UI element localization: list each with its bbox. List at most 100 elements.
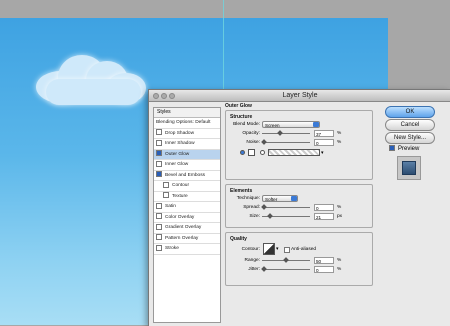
preview-toggle[interactable]: Preview: [389, 145, 419, 153]
solid-color-radio[interactable]: [240, 150, 245, 155]
style-checkbox[interactable]: [156, 202, 162, 209]
style-item-texture[interactable]: Texture: [154, 192, 220, 202]
style-checkbox[interactable]: [156, 213, 162, 220]
layer-style-dialog: Layer Style Styles Blending Options: Def…: [148, 89, 450, 326]
size-input[interactable]: 21: [314, 213, 334, 220]
contour-picker[interactable]: [263, 243, 275, 255]
dialog-title: Layer Style: [282, 92, 318, 99]
style-item-outer-glow[interactable]: Outer Glow: [154, 149, 220, 160]
technique-value: Softer: [265, 197, 278, 202]
style-item-label: Bevel and Emboss: [165, 172, 205, 178]
style-item-inner-glow[interactable]: Inner Glow: [154, 160, 220, 171]
jitter-label: Jitter:: [248, 267, 260, 272]
jitter-input[interactable]: 0: [314, 266, 334, 273]
opacity-label: Opacity:: [242, 131, 260, 136]
style-checkbox[interactable]: [156, 244, 162, 251]
cancel-button[interactable]: Cancel: [385, 119, 435, 131]
style-preview-swatch: [397, 156, 421, 180]
style-checkbox[interactable]: [156, 171, 162, 178]
structure-group: Structure Blend Mode: Screen Opacity: 37…: [225, 110, 373, 180]
size-slider-knob[interactable]: [267, 213, 273, 219]
style-item-label: Inner Shadow: [165, 141, 195, 146]
glow-color-swatch[interactable]: [248, 149, 255, 156]
zoom-button[interactable]: [169, 93, 175, 99]
spread-input[interactable]: 0: [314, 204, 334, 211]
jitter-unit: %: [337, 267, 342, 272]
spread-slider-knob[interactable]: [261, 204, 267, 210]
style-checkbox[interactable]: [163, 192, 169, 199]
preview-label: Preview: [398, 146, 420, 152]
spread-label: Spread:: [243, 205, 260, 210]
size-slider[interactable]: [262, 213, 310, 219]
style-checkbox[interactable]: [156, 234, 162, 241]
style-checkbox[interactable]: [156, 139, 162, 146]
noise-slider[interactable]: [261, 139, 310, 145]
style-item-bevel-and-emboss[interactable]: Bevel and Emboss: [154, 171, 220, 181]
style-item-label: Blending Options: Default: [156, 120, 211, 125]
style-item-stroke[interactable]: Stroke: [154, 244, 220, 255]
blend-mode-label: Blend Mode:: [233, 122, 260, 127]
style-checkbox[interactable]: [156, 160, 162, 167]
technique-select[interactable]: Softer: [262, 195, 298, 202]
window-controls: [153, 92, 177, 103]
style-item-gradient-overlay[interactable]: Gradient Overlay: [154, 223, 220, 234]
contour-dropdown-icon[interactable]: ▾: [276, 245, 279, 254]
style-checkbox[interactable]: [163, 181, 169, 188]
style-item-blending-options-default[interactable]: Blending Options: Default: [154, 118, 220, 129]
new-style-button[interactable]: New Style...: [385, 132, 435, 144]
style-item-label: Gradient Overlay: [165, 225, 202, 230]
styles-header[interactable]: Styles: [154, 108, 220, 118]
noise-input[interactable]: 0: [314, 139, 334, 146]
noise-unit: %: [337, 140, 342, 145]
range-input[interactable]: 50: [314, 257, 334, 264]
style-item-satin[interactable]: Satin: [154, 202, 220, 213]
style-item-label: Pattern Overlay: [165, 235, 199, 241]
close-button[interactable]: [153, 93, 159, 99]
anti-aliased-label: Anti-aliased: [291, 247, 317, 252]
style-item-label: Stroke: [165, 246, 179, 251]
dialog-titlebar: Layer Style: [149, 90, 450, 102]
jitter-slider[interactable]: [261, 266, 310, 272]
spread-unit: %: [337, 205, 342, 210]
style-item-contour[interactable]: Contour: [154, 181, 220, 192]
opacity-slider[interactable]: [262, 130, 310, 136]
gradient-picker[interactable]: [268, 149, 320, 156]
noise-slider-knob[interactable]: [261, 139, 267, 145]
style-item-color-overlay[interactable]: Color Overlay: [154, 213, 220, 223]
gradient-radio[interactable]: [260, 150, 265, 155]
preview-checkbox[interactable]: [389, 145, 395, 152]
style-item-inner-shadow[interactable]: Inner Shadow: [154, 139, 220, 150]
opacity-input[interactable]: 37: [314, 130, 334, 137]
spread-slider[interactable]: [261, 204, 310, 210]
anti-aliased-checkbox[interactable]: [284, 247, 290, 253]
minimize-button[interactable]: [161, 93, 167, 99]
style-item-label: Contour: [172, 183, 190, 188]
technique-label: Technique:: [236, 196, 260, 201]
opacity-slider-knob[interactable]: [277, 130, 284, 136]
range-slider-knob[interactable]: [283, 257, 289, 263]
style-checkbox[interactable]: [156, 150, 162, 157]
style-item-label: Color Overlay: [165, 214, 195, 220]
blend-mode-value: Screen: [265, 123, 280, 128]
style-checkbox[interactable]: [156, 129, 162, 136]
gradient-dropdown-icon[interactable]: ▾: [321, 149, 324, 158]
style-item-label: Satin: [165, 204, 176, 209]
style-checkbox[interactable]: [156, 223, 162, 230]
noise-label: Noise:: [246, 140, 260, 145]
opacity-unit: %: [337, 131, 342, 136]
size-unit: px: [337, 214, 343, 219]
chevron-down-icon: [291, 196, 297, 201]
jitter-slider-knob[interactable]: [261, 266, 267, 272]
range-label: Range:: [244, 258, 260, 263]
style-item-drop-shadow[interactable]: Drop Shadow: [154, 129, 220, 139]
quality-group: Quality Contour: ▾ Anti-aliased Range: 5…: [225, 232, 373, 286]
style-item-label: Drop Shadow: [165, 130, 195, 136]
ok-button[interactable]: OK: [385, 106, 435, 118]
contour-label: Contour:: [241, 247, 260, 252]
elements-group: Elements Technique: Softer Spread: 0 % S…: [225, 184, 373, 228]
blend-mode-select[interactable]: Screen: [262, 121, 320, 128]
chevron-down-icon: [313, 122, 319, 127]
style-item-label: Texture: [172, 193, 188, 199]
range-slider[interactable]: [262, 257, 310, 263]
style-item-pattern-overlay[interactable]: Pattern Overlay: [154, 234, 220, 244]
